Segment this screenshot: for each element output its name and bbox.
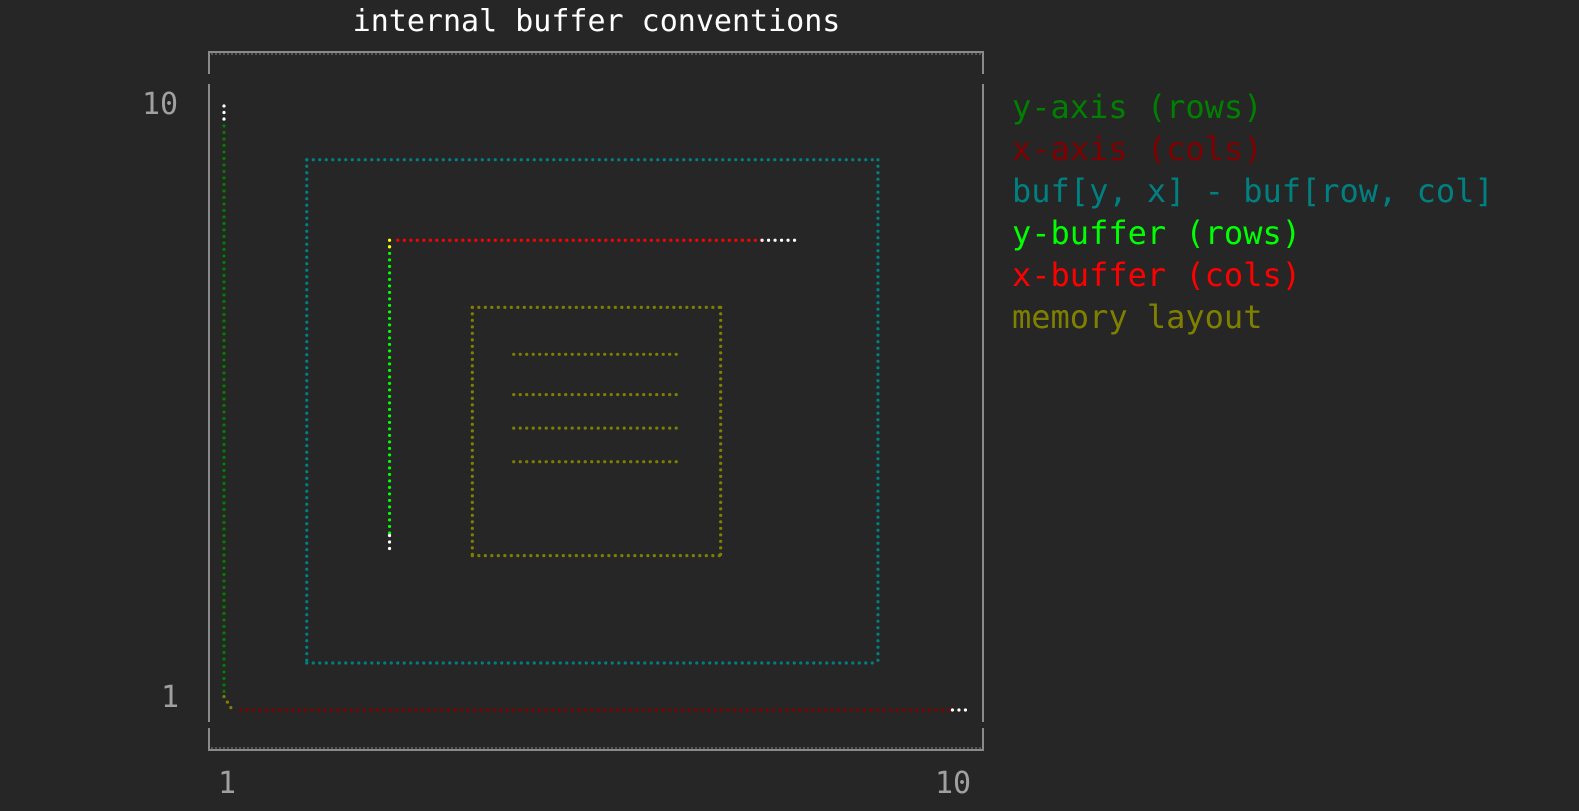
y-tick-label-10: 10: [142, 87, 179, 122]
legend-entry-buf: buf[y, x] - buf[row, col]: [1012, 172, 1494, 210]
x-tick-label-10: 10: [935, 766, 972, 801]
legend: y-axis (rows) x-axis (cols) buf[y, x] - …: [1012, 86, 1494, 338]
y-tick-label-1: 1: [161, 680, 180, 715]
plot-frame-bottom: [208, 728, 984, 751]
x-tick-label-1: 1: [218, 766, 237, 801]
legend-entry-x-buffer: x-buffer (cols): [1012, 256, 1301, 294]
legend-entry-memory-layout: memory layout: [1012, 298, 1263, 336]
legend-entry-x-axis: x-axis (cols): [1012, 130, 1263, 168]
marker-5: [222, 694, 234, 712]
legend-entry-y-buffer: y-buffer (rows): [1012, 214, 1301, 252]
plot-frame-top: [208, 51, 984, 74]
legend-entry-y-axis: y-axis (rows): [1012, 88, 1263, 126]
